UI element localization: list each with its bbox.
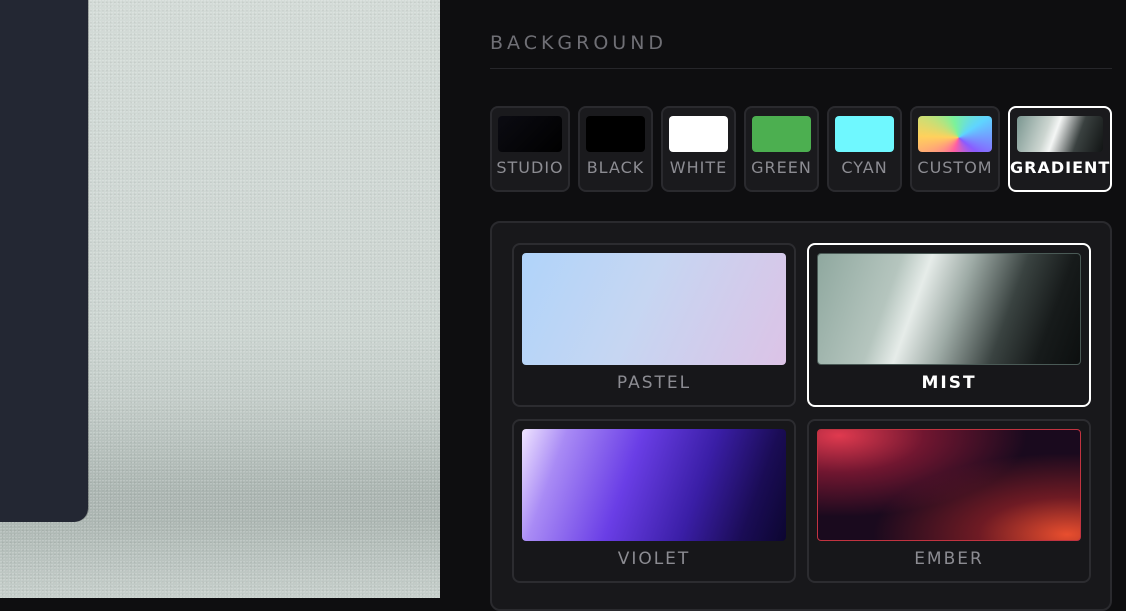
gradient-card-ember[interactable]: EMBER	[807, 419, 1091, 583]
white-color-chip	[669, 116, 728, 152]
violet-gradient-preview	[522, 429, 786, 541]
studio-color-chip	[498, 116, 562, 152]
swatch-label: CYAN	[841, 158, 888, 177]
gradient-card-pastel[interactable]: PASTEL	[512, 243, 796, 407]
swatch-green[interactable]: GREEN	[744, 106, 819, 192]
swatch-gradient[interactable]: GRADIENT	[1008, 106, 1112, 192]
background-settings-panel: BACKGROUND STUDIO BLACK WHITE GREEN CYAN…	[440, 0, 1126, 611]
ember-gradient-preview	[817, 429, 1081, 541]
swatch-cyan[interactable]: CYAN	[827, 106, 902, 192]
black-color-chip	[586, 116, 645, 152]
swatch-label: STUDIO	[496, 158, 564, 177]
swatch-studio[interactable]: STUDIO	[490, 106, 570, 192]
cyan-color-chip	[835, 116, 894, 152]
rainbow-color-chip	[918, 116, 992, 152]
gradient-label: MIST	[921, 373, 977, 393]
swatch-label: CUSTOM	[917, 158, 993, 177]
section-title: BACKGROUND	[490, 32, 668, 54]
swatch-white[interactable]: WHITE	[661, 106, 736, 192]
device-frame-panel	[0, 0, 88, 522]
gradient-label: PASTEL	[616, 373, 692, 393]
gradient-color-chip	[1017, 116, 1103, 152]
gradient-card-violet[interactable]: VIOLET	[512, 419, 796, 583]
swatch-label: WHITE	[669, 158, 728, 177]
mist-gradient-preview	[817, 253, 1081, 365]
swatch-black[interactable]: BLACK	[578, 106, 653, 192]
swatch-label: GREEN	[751, 158, 812, 177]
swatch-label: BLACK	[586, 158, 645, 177]
section-divider	[490, 68, 1112, 69]
swatch-custom[interactable]: CUSTOM	[910, 106, 1000, 192]
green-color-chip	[752, 116, 811, 152]
gradient-label: VIOLET	[617, 549, 691, 569]
gradient-card-mist[interactable]: MIST	[807, 243, 1091, 407]
pastel-gradient-preview	[522, 253, 786, 365]
gradient-label: EMBER	[914, 549, 984, 569]
swatch-label: GRADIENT	[1010, 158, 1111, 177]
gradient-preset-grid: PASTEL MIST VIOLET EMBER	[490, 221, 1112, 611]
